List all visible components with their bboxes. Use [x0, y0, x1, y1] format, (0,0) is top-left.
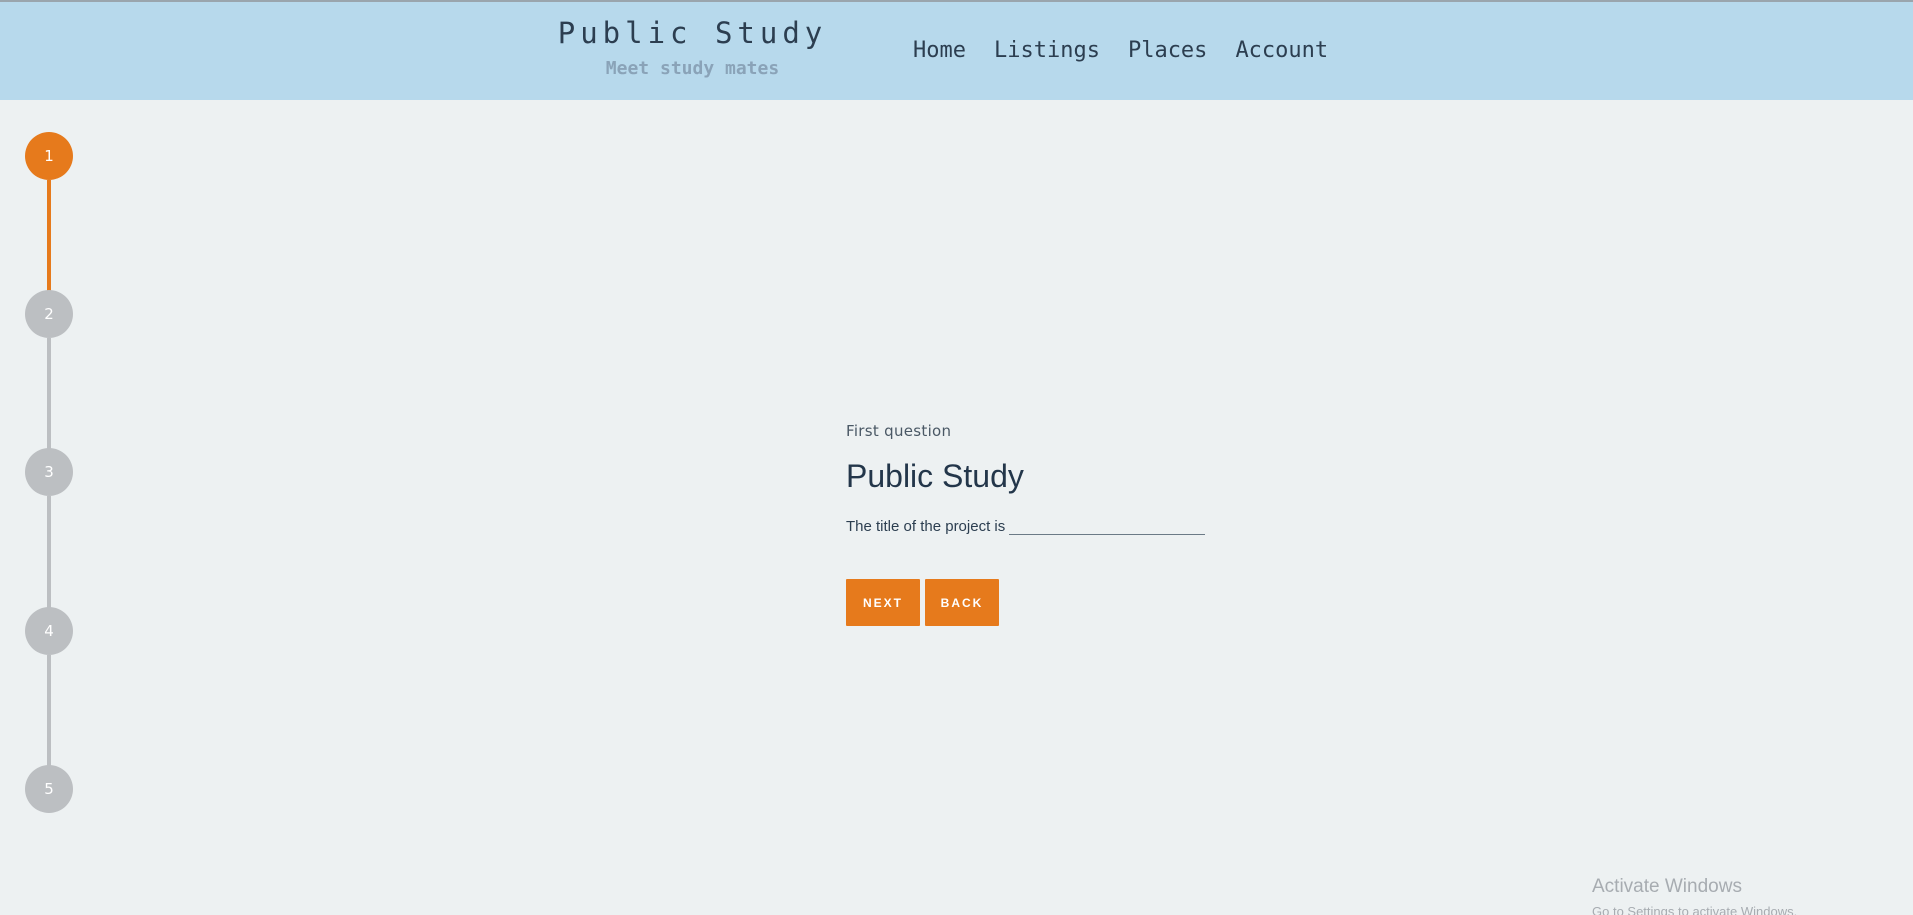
- question-eyebrow: First question: [846, 422, 952, 440]
- question-heading: Public Study: [846, 458, 1024, 494]
- nav-account[interactable]: Account: [1235, 38, 1328, 63]
- step-3-label: 3: [44, 463, 54, 481]
- step-2-label: 2: [44, 305, 54, 323]
- step-5[interactable]: 5: [25, 765, 73, 813]
- watermark-subtitle: Go to Settings to activate Windows.: [1592, 904, 1798, 915]
- nav-places[interactable]: Places: [1128, 38, 1207, 63]
- brand-subtitle: Meet study mates: [605, 58, 780, 79]
- project-title-input[interactable]: [1009, 517, 1206, 535]
- step-3[interactable]: 3: [25, 448, 73, 496]
- step-connector-1: [47, 180, 51, 292]
- form-actions: NEXT BACK: [846, 579, 1266, 626]
- prompt-row: The title of the project is: [846, 517, 1266, 535]
- question-panel: First question Public Study The title of…: [846, 422, 1266, 626]
- step-connector-3: [47, 496, 51, 608]
- step-1[interactable]: 1: [25, 132, 73, 180]
- site-header: Public Study Meet study mates Home Listi…: [0, 2, 1913, 100]
- step-connector-4: [47, 655, 51, 767]
- watermark-title: Activate Windows: [1592, 876, 1742, 897]
- back-button[interactable]: BACK: [925, 579, 999, 626]
- step-1-label: 1: [44, 147, 54, 165]
- next-button[interactable]: NEXT: [846, 579, 920, 626]
- step-4[interactable]: 4: [25, 607, 73, 655]
- brand-title: Public Study: [557, 16, 828, 50]
- activation-watermark: Activate Windows Go to Settings to activ…: [1592, 876, 1797, 915]
- nav-home[interactable]: Home: [913, 38, 966, 63]
- step-5-label: 5: [44, 780, 54, 798]
- brand[interactable]: Public Study Meet study mates: [520, 16, 865, 79]
- step-2[interactable]: 2: [25, 290, 73, 338]
- nav-listings[interactable]: Listings: [994, 38, 1100, 63]
- step-connector-2: [47, 338, 51, 450]
- step-4-label: 4: [44, 622, 54, 640]
- prompt-text: The title of the project is: [846, 518, 1006, 535]
- main-nav: Home Listings Places Account: [913, 38, 1356, 63]
